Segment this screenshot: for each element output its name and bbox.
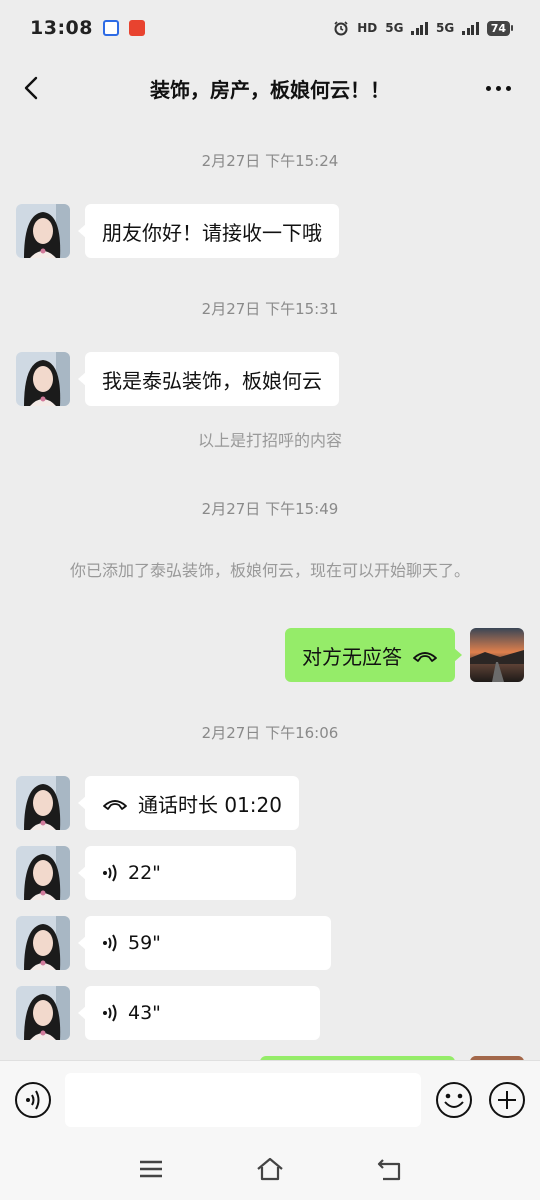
- home-icon: [257, 1157, 283, 1181]
- voice-input-button[interactable]: [14, 1081, 52, 1119]
- voice-duration: 43": [128, 1002, 161, 1024]
- voice-duration: 59": [128, 932, 161, 954]
- hd-voice-icon: HD: [357, 21, 378, 35]
- contact-avatar[interactable]: [16, 916, 70, 970]
- call-duration-text: 通话时长 01:20: [138, 792, 282, 817]
- hangup-phone-icon: [102, 795, 128, 811]
- message-text: 对方无应答: [302, 644, 402, 669]
- plus-icon: [489, 1082, 525, 1118]
- message-input[interactable]: [65, 1073, 421, 1127]
- more-options-button[interactable]: [486, 74, 516, 102]
- timestamp: 2月27日 下午15:24: [201, 152, 339, 170]
- more-dot-icon: [486, 85, 491, 91]
- status-bar: 13:08 HD 5G 5G 74: [0, 0, 540, 56]
- voice-duration: 22": [128, 862, 161, 884]
- contact-avatar[interactable]: [16, 776, 70, 830]
- back-arrow-icon: [377, 1159, 401, 1181]
- signal-icon-2: [462, 21, 479, 35]
- timestamp: 2月27日 下午16:06: [201, 724, 339, 742]
- battery-icon: 74: [486, 20, 514, 36]
- status-time: 13:08: [30, 17, 93, 39]
- network-type-1: 5G: [385, 21, 404, 35]
- home-button[interactable]: [255, 1154, 285, 1184]
- voice-message-bubble[interactable]: 43": [78, 986, 320, 1040]
- back-button[interactable]: [18, 74, 46, 102]
- call-record-bubble[interactable]: 通话时长 01:20: [78, 776, 299, 830]
- contact-avatar[interactable]: [16, 352, 70, 406]
- signal-icon-1: [411, 21, 428, 35]
- emoji-button[interactable]: [435, 1081, 473, 1119]
- voice-wave-icon: [102, 933, 120, 953]
- voice-wave-icon: [102, 1003, 120, 1023]
- status-right: HD 5G 5G 74: [333, 20, 514, 36]
- message-bubble-outgoing[interactable]: 对方无应答: [285, 628, 462, 682]
- message-text: 我是泰弘装饰，板娘何云: [102, 368, 322, 393]
- contact-avatar[interactable]: [16, 846, 70, 900]
- chat-title: 装饰，房产，板娘何云！！: [150, 77, 390, 102]
- menu-icon: [140, 1160, 162, 1178]
- more-dot-icon: [496, 85, 501, 91]
- chat-history[interactable]: 2月27日 下午15:24 朋友你好！请接收一下哦 2月27日 下午15:31 …: [0, 120, 540, 1060]
- system-note: 以上是打招呼的内容: [197, 431, 342, 450]
- timestamp: 2月27日 下午15:49: [201, 500, 339, 518]
- more-actions-button[interactable]: [488, 1081, 526, 1119]
- message-bubble-incoming[interactable]: 我是泰弘装饰，板娘何云: [78, 352, 339, 406]
- voice-message-bubble[interactable]: 59": [78, 916, 331, 970]
- recent-apps-button[interactable]: [136, 1154, 166, 1184]
- shopping-app-icon: [128, 20, 145, 36]
- contact-avatar[interactable]: [16, 204, 70, 258]
- system-note: 你已添加了泰弘装饰，板娘何云，现在可以开始聊天了。: [69, 561, 470, 580]
- alarm-icon: [334, 21, 348, 36]
- my-avatar[interactable]: [470, 628, 524, 682]
- system-nav-bar: [0, 1138, 540, 1200]
- voice-message-bubble[interactable]: 22": [78, 846, 296, 900]
- input-bar: [0, 1060, 540, 1138]
- voice-wave-icon: [102, 863, 120, 883]
- network-type-2: 5G: [435, 21, 455, 35]
- chevron-left-icon: [24, 76, 38, 100]
- message-bubble-incoming[interactable]: 朋友你好！请接收一下哦: [78, 204, 339, 258]
- smiley-icon: [436, 1082, 472, 1118]
- back-nav-button[interactable]: [375, 1154, 405, 1184]
- status-left: 13:08: [30, 17, 145, 39]
- hangup-phone-icon: [412, 647, 438, 663]
- more-dot-icon: [506, 85, 511, 91]
- contact-avatar[interactable]: [16, 986, 70, 1040]
- voice-toggle-icon: [15, 1082, 51, 1118]
- timestamp: 2月27日 下午15:31: [201, 300, 339, 318]
- message-text: 朋友你好！请接收一下哦: [102, 220, 322, 245]
- chat-header: 装饰，房产，板娘何云！！: [0, 56, 540, 120]
- app-notification-icon: [102, 20, 119, 36]
